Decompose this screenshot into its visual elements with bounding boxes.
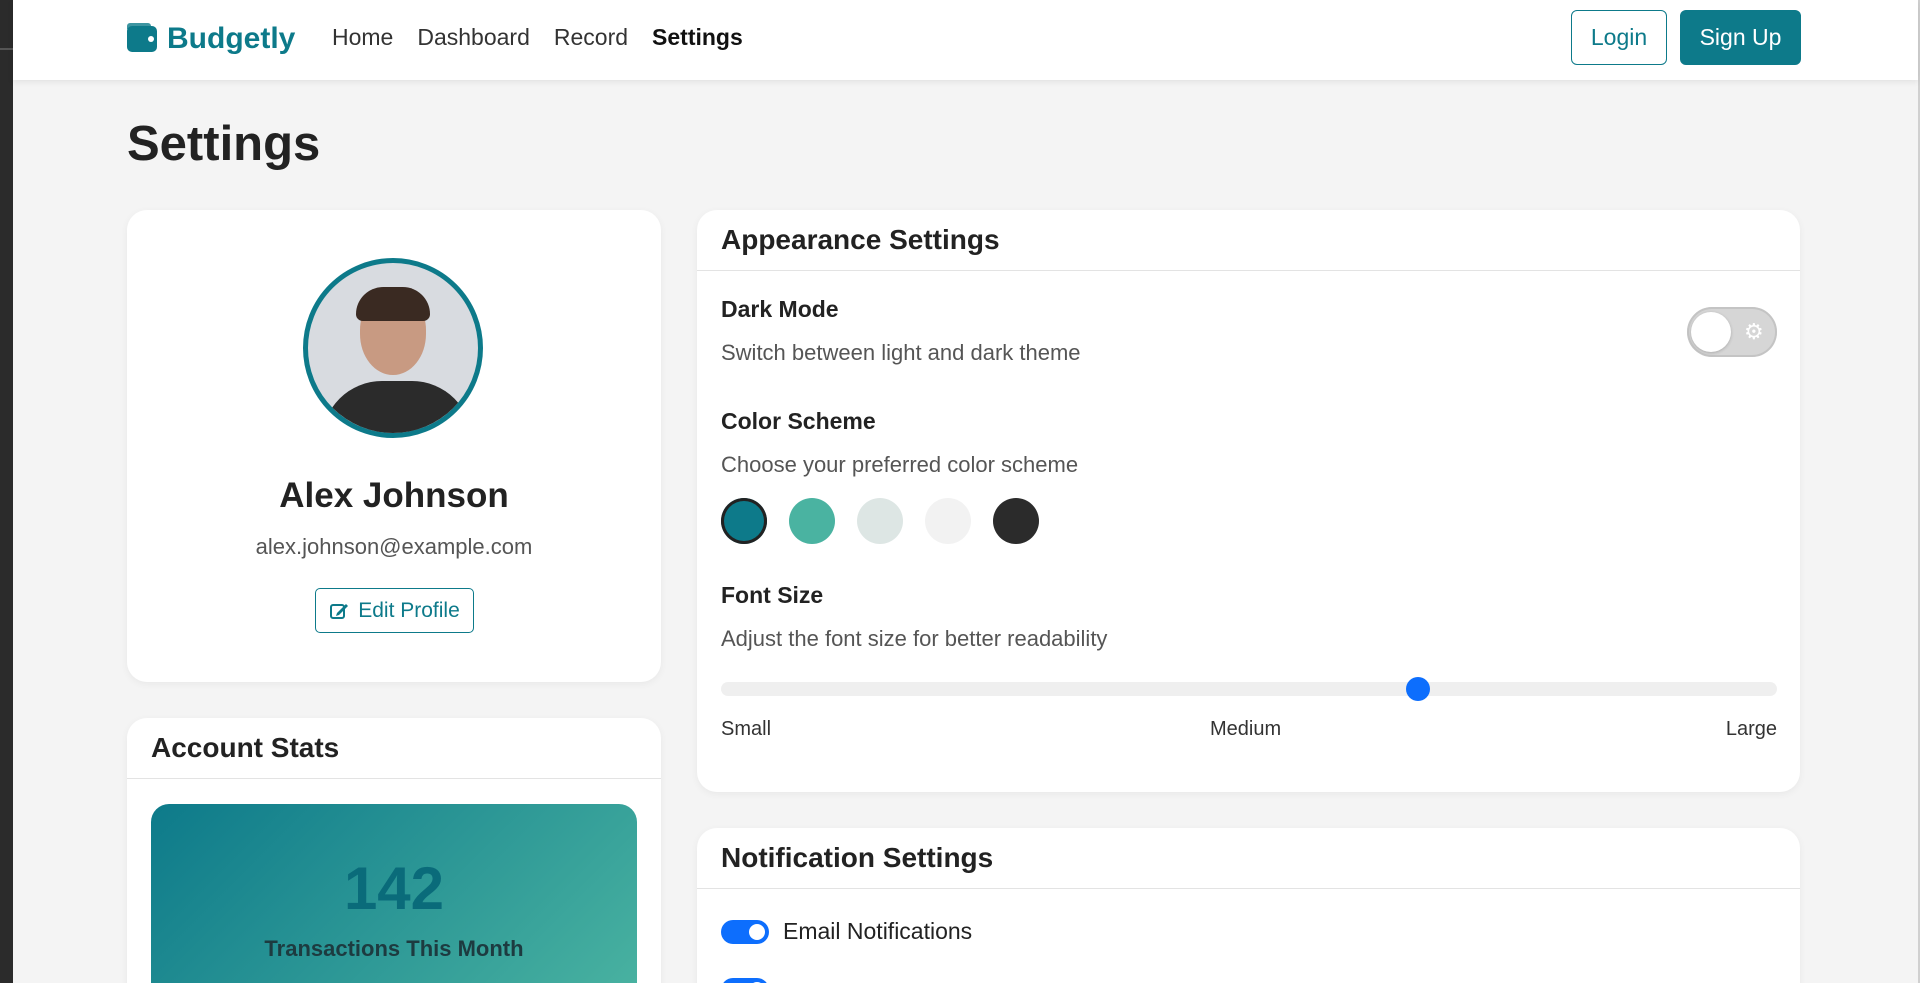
color-swatch-1[interactable]	[721, 498, 767, 544]
font-size-title: Font Size	[721, 582, 824, 608]
nav-links: Home Dashboard Record Settings	[332, 24, 743, 51]
window-edge	[0, 0, 13, 983]
slider-thumb[interactable]	[1405, 677, 1430, 701]
color-scheme-title: Color Scheme	[721, 408, 876, 434]
email-notifications-row: Email Notifications	[721, 918, 972, 945]
brand-logo[interactable]: Budgetly	[127, 22, 295, 56]
page-title: Settings	[127, 117, 321, 171]
font-size-slider[interactable]	[721, 677, 1777, 701]
dark-mode-title: Dark Mode	[721, 296, 839, 322]
signup-button[interactable]: Sign Up	[1680, 10, 1801, 65]
profile-name: Alex Johnson	[279, 476, 509, 515]
slider-label-small: Small	[721, 718, 772, 740]
color-swatches	[721, 498, 1039, 544]
slider-label-medium: Medium	[1210, 718, 1282, 740]
brand-name: Budgetly	[167, 22, 296, 55]
gear-icon: ⚙	[1744, 319, 1764, 344]
avatar	[303, 258, 483, 438]
slider-label-large: Large	[1725, 718, 1777, 740]
profile-card: Alex Johnson alex.johnson@example.com Ed…	[127, 210, 661, 682]
email-notifications-switch[interactable]	[721, 919, 769, 944]
nav-home[interactable]: Home	[332, 24, 393, 51]
notification-switch-2[interactable]	[721, 978, 769, 983]
wallet-icon	[127, 23, 157, 52]
color-swatch-5[interactable]	[993, 498, 1039, 544]
transactions-count: 142	[343, 855, 445, 922]
appearance-settings-card: Appearance Settings Dark Mode Switch bet…	[697, 210, 1800, 792]
color-swatch-2[interactable]	[789, 498, 835, 544]
profile-email: alex.johnson@example.com	[255, 534, 533, 559]
transactions-label: Transactions This Month	[264, 936, 524, 961]
dark-mode-desc: Switch between light and dark theme	[721, 340, 1081, 365]
nav-dashboard[interactable]: Dashboard	[417, 24, 530, 51]
notification-settings-card: Notification Settings Email Notification…	[697, 828, 1800, 983]
color-swatch-3[interactable]	[857, 498, 903, 544]
notification-header: Notification Settings	[697, 828, 1800, 889]
edit-profile-label: Edit Profile	[358, 598, 460, 622]
login-button[interactable]: Login	[1571, 10, 1667, 65]
edit-profile-button[interactable]: Edit Profile	[315, 588, 474, 633]
transactions-stat: 142 Transactions This Month	[151, 804, 637, 983]
account-stats-header: Account Stats	[127, 718, 661, 779]
nav-record[interactable]: Record	[554, 24, 628, 51]
account-stats-card: Account Stats 142 Transactions This Mont…	[127, 718, 661, 983]
toggle-knob	[1691, 312, 1731, 352]
appearance-header: Appearance Settings	[697, 210, 1800, 271]
notification-row-2	[721, 978, 769, 983]
edit-icon	[330, 603, 349, 619]
dark-mode-toggle[interactable]: ⚙	[1687, 307, 1777, 357]
color-swatch-4[interactable]	[925, 498, 971, 544]
nav-settings[interactable]: Settings	[652, 24, 743, 51]
navbar: Budgetly Home Dashboard Record Settings …	[13, 0, 1918, 80]
font-size-desc: Adjust the font size for better readabil…	[721, 626, 1108, 651]
email-notifications-label: Email Notifications	[783, 918, 973, 944]
color-scheme-desc: Choose your preferred color scheme	[721, 452, 1079, 477]
